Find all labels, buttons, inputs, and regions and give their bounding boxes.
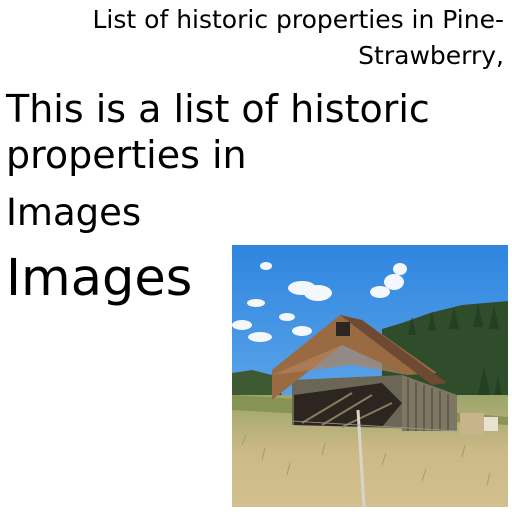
intro-text: This is a list of historic properties in — [6, 87, 430, 177]
barn-photo-svg — [232, 245, 508, 507]
images-label-small: Images — [6, 191, 142, 234]
images-heading: Images — [6, 249, 193, 308]
shed — [460, 413, 484, 435]
shed-box — [484, 417, 498, 431]
page-title: List of historic properties in Pine-Stra… — [92, 5, 505, 70]
page: List of historic properties in Pine-Stra… — [0, 0, 512, 512]
barn-photo[interactable] — [232, 245, 508, 507]
gable-window — [336, 322, 350, 336]
